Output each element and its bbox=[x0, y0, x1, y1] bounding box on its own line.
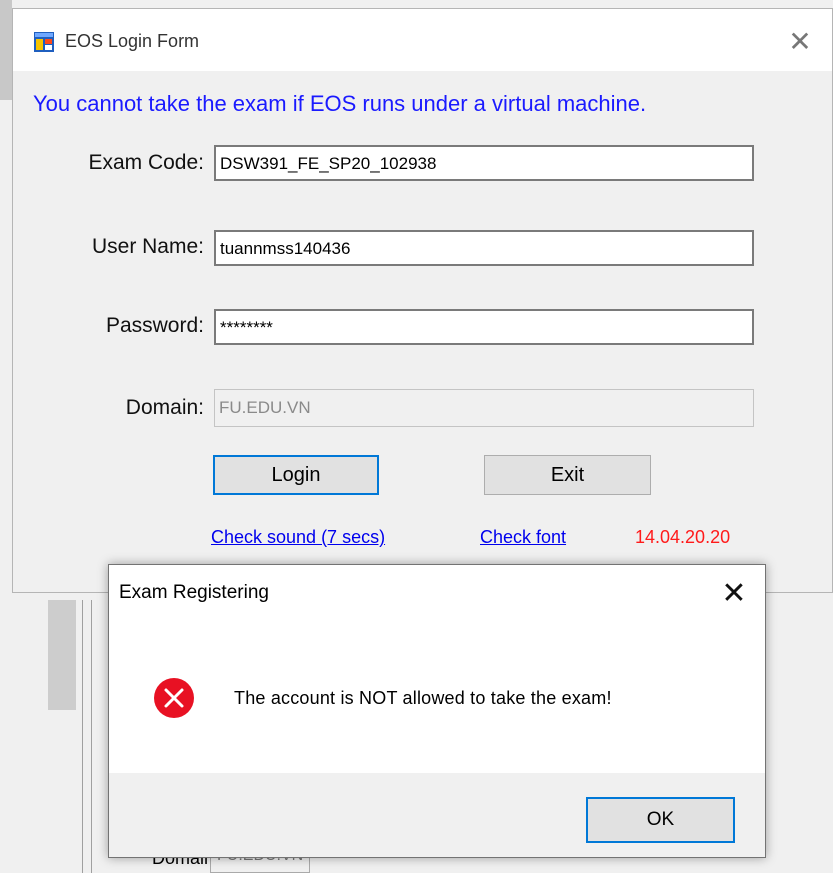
login-button[interactable]: Login bbox=[213, 455, 379, 495]
domain-label: Domain: bbox=[125, 396, 204, 419]
error-icon bbox=[154, 678, 194, 718]
exam-registering-dialog: Exam Registering ✕ The account is NOT al… bbox=[108, 564, 766, 858]
vm-warning-text: You cannot take the exam if EOS runs und… bbox=[33, 91, 647, 116]
eos-login-window: EOS Login Form ✕ You cannot take the exa… bbox=[12, 8, 833, 593]
user-name-input[interactable]: tuannmss140436 bbox=[214, 230, 754, 266]
eos-app-icon bbox=[34, 32, 54, 52]
window-title: EOS Login Form bbox=[65, 31, 200, 51]
domain-input: FU.EDU.VN bbox=[214, 389, 754, 427]
title-bar[interactable]: EOS Login Form ✕ bbox=[13, 9, 832, 71]
dialog-message: The account is NOT allowed to take the e… bbox=[234, 688, 612, 708]
exam-code-label: Exam Code: bbox=[88, 151, 204, 174]
version-label: 14.04.20.20 bbox=[635, 527, 731, 547]
ok-button[interactable]: OK bbox=[586, 797, 735, 843]
password-label: Password: bbox=[105, 314, 204, 337]
dialog-footer: OK bbox=[109, 773, 765, 857]
exam-code-input[interactable]: DSW391_FE_SP20_102938 bbox=[214, 145, 754, 181]
background-divider bbox=[82, 600, 92, 873]
window-close-button[interactable]: ✕ bbox=[785, 27, 815, 57]
user-name-label: User Name: bbox=[91, 235, 204, 258]
password-input[interactable]: ******** bbox=[214, 309, 754, 345]
close-icon: ✕ bbox=[788, 26, 812, 57]
background-scrollbar-thumb[interactable] bbox=[48, 600, 76, 710]
check-font-link[interactable]: Check font bbox=[480, 527, 566, 548]
background-scrollbar-top bbox=[0, 0, 12, 100]
close-icon: ✕ bbox=[721, 577, 747, 610]
dialog-close-button[interactable]: ✕ bbox=[717, 577, 751, 611]
background-window-top bbox=[0, 0, 833, 8]
check-sound-link[interactable]: Check sound (7 secs) bbox=[211, 527, 385, 548]
dialog-title: Exam Registering bbox=[119, 582, 269, 603]
exit-button[interactable]: Exit bbox=[484, 455, 651, 495]
